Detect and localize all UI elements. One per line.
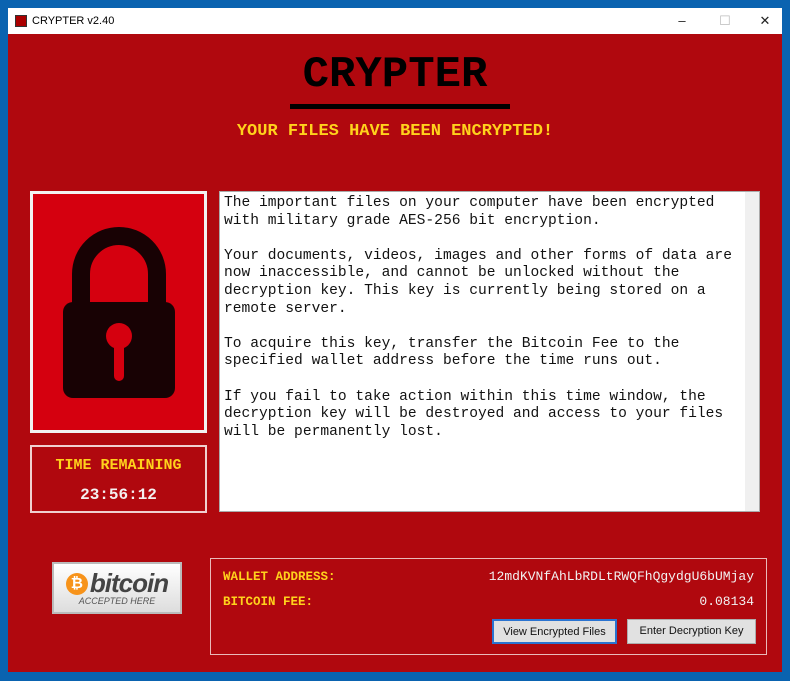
message-paragraph: If you fail to take action within this t… <box>224 388 724 440</box>
title-underline <box>290 104 510 109</box>
maximize-button[interactable]: ☐ <box>705 8 745 34</box>
time-remaining-box: TIME REMAINING 23:56:12 <box>30 445 207 513</box>
message-paragraph: The important files on your computer hav… <box>224 195 715 229</box>
subtitle: YOUR FILES HAVE BEEN ENCRYPTED! <box>236 122 554 141</box>
padlock-icon <box>63 227 175 398</box>
fee-value: 0.08134 <box>699 594 754 609</box>
crypter-window: CRYPTER v2.40 – ☐ ✕ CRYPTER YOUR FILES H… <box>8 8 782 672</box>
wallet-label: WALLET ADDRESS: <box>223 570 336 584</box>
lock-panel <box>30 191 207 433</box>
title-bar: CRYPTER v2.40 – ☐ ✕ <box>8 8 782 34</box>
close-button[interactable]: ✕ <box>745 8 785 34</box>
bitcoin-accepted-logo: ₿ bitcoin ACCEPTED HERE <box>52 562 182 614</box>
bitcoin-icon: ₿ <box>65 572 88 595</box>
page-title: CRYPTER <box>302 50 488 100</box>
scrollbar[interactable] <box>745 192 759 511</box>
payment-panel: WALLET ADDRESS: 12mdKVNfAhLbRDLtRWQFhQgy… <box>210 558 767 655</box>
fee-label: BITCOIN FEE: <box>223 595 314 609</box>
minimize-button[interactable]: – <box>662 8 702 34</box>
message-paragraph: Your documents, videos, images and other… <box>224 247 732 317</box>
window-title: CRYPTER v2.40 <box>32 15 115 27</box>
enter-decryption-key-button[interactable]: Enter Decryption Key <box>627 619 756 644</box>
bitcoin-word: bitcoin <box>89 568 169 598</box>
wallet-address: 12mdKVNfAhLbRDLtRWQFhQgydgU6bUMjay <box>488 569 754 584</box>
ransom-message: The important files on your computer hav… <box>219 191 760 512</box>
message-paragraph: To acquire this key, transfer the Bitcoi… <box>224 335 680 370</box>
timer-value: 23:56:12 <box>80 486 157 504</box>
view-encrypted-files-button[interactable]: View Encrypted Files <box>492 619 617 644</box>
timer-label: TIME REMAINING <box>55 457 182 474</box>
app-icon <box>15 15 27 27</box>
